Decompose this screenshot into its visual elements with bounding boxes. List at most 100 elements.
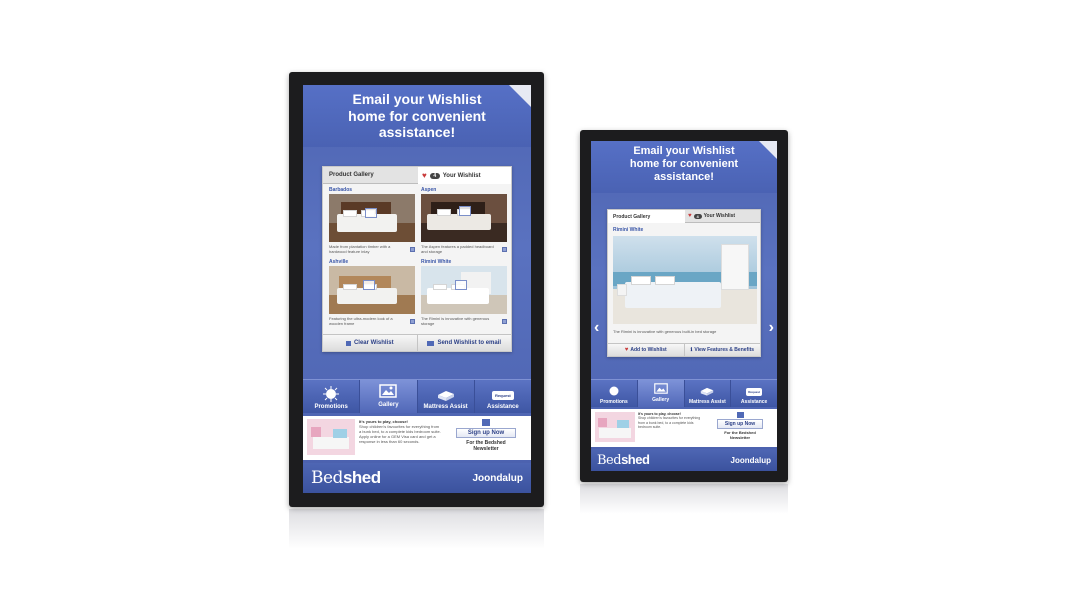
nav-assistance[interactable]: Request Assistance (731, 380, 777, 407)
item-title: Ashville (329, 259, 349, 265)
button-label: Clear Wishlist (353, 340, 394, 346)
large-kiosk: Email your Wishlist home for convenient … (289, 72, 544, 549)
bedshed-stamp-icon (459, 206, 471, 216)
wishlist-item[interactable]: Aspen The Aspen features a padded headbo… (421, 187, 507, 255)
nav-mattress-assist[interactable]: Mattress Assist (418, 380, 475, 413)
sign-up-button[interactable]: Sign up Now (717, 419, 763, 429)
item-title: Aspen (421, 187, 437, 193)
nav-label: Promotions (314, 404, 348, 410)
headline-banner: Email your Wishlist home for convenient … (591, 141, 777, 193)
nav-label: Promotions (599, 399, 628, 405)
wishlist-item[interactable]: Rimini White The Rimini is innovative wi… (421, 259, 507, 327)
bedshed-logo: Bedshed (597, 452, 650, 468)
nav-label: Assistance (487, 404, 519, 410)
panel-footer: ♥ Add to Wishlist ℹ View Features & Bene… (608, 343, 760, 356)
item-photo (329, 266, 415, 314)
wishlist-count-badge: 4 (429, 172, 440, 179)
next-arrow-icon[interactable]: › (769, 319, 774, 337)
sun-icon (609, 386, 619, 396)
nav-label: Gallery (378, 402, 399, 408)
speech-bubble-label: Request (494, 393, 511, 398)
nav-label: Assistance (740, 399, 768, 405)
tab-label: Your Wishlist (442, 172, 481, 179)
kiosk-reflection (580, 484, 788, 514)
button-label: Sign up Now (467, 430, 505, 436)
item-description: The Aspen features a padded headboard an… (421, 244, 494, 254)
trash-icon (345, 340, 351, 346)
item-photo (421, 194, 507, 242)
add-to-wishlist-button[interactable]: ♥ Add to Wishlist (608, 343, 684, 356)
wishlist-panel: Product Gallery ♥ 4 Your Wishlist Barbad… (322, 166, 512, 352)
small-kiosk-screen: Email your Wishlist home for convenient … (591, 141, 777, 471)
kiosk-reflection (289, 509, 544, 549)
headline-banner: Email your Wishlist home for convenient … (303, 85, 531, 147)
bottom-nav: Promotions Gallery Mattress Assist Reque… (591, 379, 777, 407)
tab-label: Product Gallery (329, 172, 374, 178)
prev-arrow-icon[interactable]: ‹ (594, 319, 599, 337)
promo-text: It's yours to play, choose! Shop childre… (359, 419, 441, 457)
promo-text: It's yours to play, choose! Shop childre… (638, 412, 704, 444)
promo-image[interactable] (595, 412, 635, 442)
speech-bubble-icon: Request (491, 391, 514, 400)
item-photo (329, 194, 415, 242)
panel-tabs: Product Gallery ♥ 4 Your Wishlist (323, 167, 511, 184)
item-description: Featuring the ultra-modern look of a woo… (329, 316, 393, 326)
add-to-wishlist-icon[interactable] (410, 247, 415, 252)
button-label: Send Wishlist to email (437, 340, 502, 346)
view-features-button[interactable]: ℹ View Features & Benefits (683, 343, 760, 356)
nav-gallery[interactable]: Gallery (637, 380, 685, 407)
add-to-wishlist-icon[interactable] (410, 319, 415, 324)
product-mockup-stage: Email your Wishlist home for convenient … (0, 0, 1065, 600)
heart-icon: ♥ (624, 347, 629, 353)
tab-product-gallery[interactable]: Product Gallery (323, 167, 418, 184)
promo-image[interactable] (307, 419, 355, 455)
headline-line: home for convenient (629, 157, 739, 170)
newsletter-box: Sign up Now For the Bedshed Newsletter (707, 412, 773, 444)
nav-gallery[interactable]: Gallery (360, 380, 418, 413)
store-name: Joondalup (730, 455, 771, 465)
nav-promotions[interactable]: Promotions (303, 380, 361, 413)
nav-promotions[interactable]: Promotions (591, 380, 638, 407)
button-label: View Features & Benefits (694, 347, 755, 353)
headline-line: Email your Wishlist (633, 145, 735, 157)
nav-assistance[interactable]: Request Assistance (475, 380, 531, 413)
clear-wishlist-button[interactable]: Clear Wishlist (323, 334, 417, 351)
panel-footer: Clear Wishlist Send Wishlist to email (323, 334, 511, 351)
brand-light: Bed (597, 453, 622, 468)
newsletter-label: For the Bedshed Newsletter (466, 440, 506, 452)
heart-icon: ♥ (688, 213, 692, 219)
product-photo[interactable] (613, 236, 757, 324)
brand-bold: shed (621, 452, 650, 467)
add-to-wishlist-icon[interactable] (502, 247, 507, 252)
tab-label: Product Gallery (613, 213, 651, 220)
envelope-icon (736, 412, 744, 418)
nav-mattress-assist[interactable]: Mattress Assist (685, 380, 732, 407)
tab-product-gallery[interactable]: Product Gallery (608, 210, 685, 223)
bottom-nav: Promotions Gallery Mattress Assist Reque… (303, 379, 531, 413)
speech-bubble-icon: Request (746, 388, 763, 396)
info-icon: ℹ (690, 347, 693, 353)
tab-label: Your Wishlist (703, 213, 736, 219)
tab-your-wishlist[interactable]: ♥ 4 Your Wishlist (418, 167, 511, 184)
add-to-wishlist-icon[interactable] (502, 319, 507, 324)
nav-label: Mattress Assist (423, 404, 468, 410)
bed-icon (701, 387, 714, 396)
wishlist-item[interactable]: Ashville Featuring the ultra-modern look… (329, 259, 415, 327)
store-name: Joondalup (472, 472, 523, 484)
item-description: The Rimini is innovative with generous s… (421, 316, 490, 326)
headline-line: home for convenient (348, 107, 486, 124)
page-curl-icon (509, 85, 531, 107)
gallery-icon (653, 383, 668, 394)
brand-light: Bed (311, 468, 343, 488)
sun-icon (323, 386, 340, 402)
headline-line: assistance! (654, 170, 714, 183)
send-wishlist-button[interactable]: Send Wishlist to email (416, 334, 511, 351)
wishlist-item[interactable]: Barbados Made from plantation timber wit… (329, 187, 415, 255)
item-photo (421, 266, 507, 314)
brand-footer: Bedshed Joondalup (591, 449, 777, 471)
promo-banner: It's yours to play, choose! Shop childre… (591, 409, 777, 447)
tab-your-wishlist[interactable]: ♥ 4 Your Wishlist (685, 210, 760, 223)
product-title: Rimini White (613, 227, 644, 233)
sign-up-button[interactable]: Sign up Now (456, 428, 516, 438)
newsletter-label: For the Bedshed Newsletter (724, 430, 756, 440)
